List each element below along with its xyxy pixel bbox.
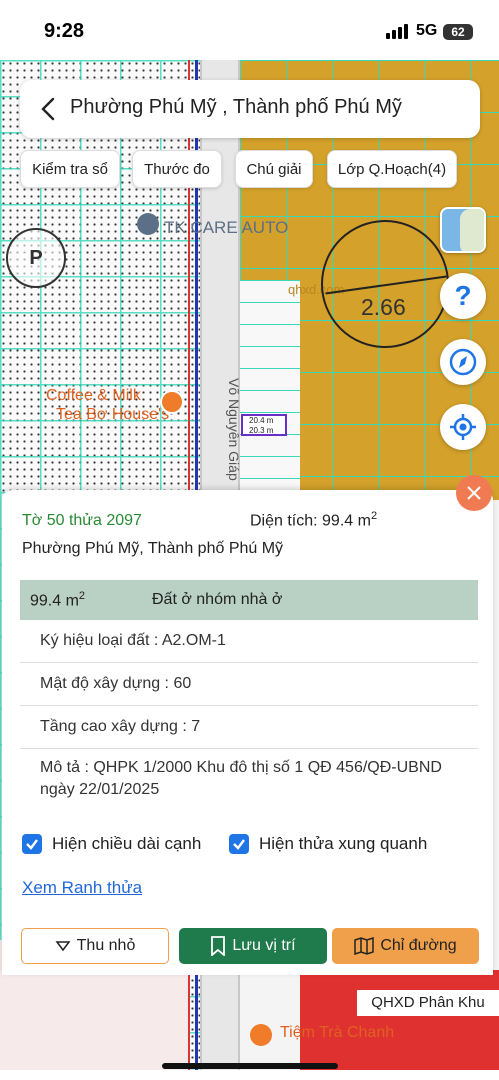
cafe-label-2: Tea Bơ House's	[56, 406, 170, 423]
map-lot-strip	[240, 280, 300, 500]
home-indicator[interactable]	[162, 1063, 338, 1069]
show-neighbors-checkbox[interactable]: Hiện thửa xung quanh	[229, 834, 427, 854]
selected-lot[interactable]: 20.4 m 20.3 m	[241, 414, 287, 436]
close-panel-button[interactable]	[456, 475, 492, 511]
row-land-type: Đất ở nhóm nhà ở	[152, 591, 283, 608]
bookmark-icon	[211, 936, 226, 956]
tea-shop-icon[interactable]	[250, 1024, 272, 1046]
close-icon	[467, 486, 481, 500]
planning-layer-button[interactable]: Lớp Q.Hoạch(4)	[327, 150, 457, 188]
locate-icon	[450, 414, 476, 440]
map-zone-red	[300, 970, 499, 1070]
tea-shop-label: Tiệm Trà Chanh	[280, 1024, 395, 1041]
zone-circle: 2.66	[321, 220, 449, 348]
compass-button[interactable]	[440, 339, 486, 385]
map-icon	[354, 937, 375, 955]
battery-icon: 62	[443, 24, 473, 40]
compass-icon	[449, 348, 477, 376]
edge-label-1: 20.4 m	[249, 416, 274, 425]
app-root: P TK CARE AUTO qhxd.com 2.66 Coffee & Mi…	[0, 0, 499, 1080]
legend-label: Chú giải	[246, 160, 302, 178]
base-map-toggle-button[interactable]	[440, 207, 486, 253]
directions-button[interactable]: Chỉ đường	[332, 928, 479, 964]
row-area-text: 99.4 m	[30, 592, 79, 610]
directions-label: Chỉ đường	[380, 937, 457, 954]
status-bar: 9:28 5G 62	[0, 0, 499, 60]
street-label: Võ Nguyên Giáp	[226, 378, 242, 481]
lot-area-text: Diện tích: 99.4 m	[250, 512, 371, 530]
checkbox-checked-icon	[22, 834, 42, 854]
description-row: Mô tả : QHPK 1/2000 Khu đô thị số 1 QĐ 4…	[40, 759, 442, 798]
measure-label: Thước đo	[144, 160, 210, 178]
checkbox-checked-icon	[229, 834, 249, 854]
lot-number: Tờ 50 thửa 2097	[22, 512, 142, 529]
back-arrow-icon[interactable]	[36, 96, 62, 122]
network-label: 5G	[416, 22, 438, 39]
signal-icon	[386, 24, 408, 39]
lot-ward: Phường Phú Mỹ, Thành phố Phú Mỹ	[22, 540, 284, 557]
planning-layer-label: Lớp Q.Hoạch(4)	[337, 160, 447, 178]
density-row: Mật độ xây dựng : 60	[20, 663, 478, 706]
check-book-label: Kiểm tra sổ	[32, 160, 108, 178]
poi-label: TK CARE AUTO	[164, 218, 289, 237]
lot-info-panel: Tờ 50 thửa 2097 Diện tích: 99.4 m2 Phườn…	[2, 490, 493, 975]
floors-row: Tầng cao xây dựng : 7	[20, 706, 478, 749]
zone-value: 2.66	[361, 294, 406, 320]
zone-layer-label: QHXD Phân Khu	[357, 990, 499, 1016]
save-location-label: Lưu vị trí	[232, 937, 296, 954]
battery-level: 62	[451, 25, 465, 39]
lot-area-unit-sup: 2	[370, 510, 378, 522]
cafe-icon[interactable]	[160, 390, 184, 414]
land-code-row: Ký hiệu loại đất : A2.OM-1	[20, 620, 478, 663]
status-time: 9:28	[44, 20, 85, 42]
my-location-button[interactable]	[440, 404, 486, 450]
view-boundary-link[interactable]: Xem Ranh thửa	[22, 878, 142, 898]
collapse-button[interactable]: Thu nhỏ	[21, 928, 169, 964]
show-neighbors-label: Hiện thửa xung quanh	[259, 834, 428, 853]
row-area: 99.4 m2	[20, 590, 152, 610]
show-edges-label: Hiện chiều dài cạnh	[52, 834, 202, 853]
row-area-sup: 2	[78, 589, 86, 602]
help-button[interactable]: ?	[440, 273, 486, 319]
edge-label-2: 20.3 m	[249, 426, 274, 435]
collapse-label: Thu nhỏ	[76, 937, 136, 954]
poi-marker-icon[interactable]	[137, 213, 159, 235]
lot-area: Diện tích: 99.4 m2	[250, 510, 377, 530]
parking-label: P	[29, 246, 43, 269]
save-location-button[interactable]: Lưu vị trí	[179, 928, 327, 964]
parking-icon[interactable]: P	[6, 228, 66, 288]
cafe-label-1: Coffee & Milk	[46, 387, 141, 404]
location-header: Phường Phú Mỹ , Thành phố Phú Mỹ	[20, 80, 480, 138]
legend-button[interactable]: Chú giải	[235, 150, 313, 188]
land-use-header-row: 99.4 m2 Đất ở nhóm nhà ở	[20, 580, 478, 620]
help-icon: ?	[454, 280, 472, 311]
check-book-button[interactable]: Kiểm tra sổ	[20, 150, 120, 188]
chevron-down-icon	[55, 941, 71, 952]
land-info-table: 99.4 m2 Đất ở nhóm nhà ở Ký hiệu loại đấ…	[20, 580, 478, 809]
measure-button[interactable]: Thước đo	[132, 150, 222, 188]
page-title: Phường Phú Mỹ , Thành phố Phú Mỹ	[70, 96, 402, 118]
show-edges-checkbox[interactable]: Hiện chiều dài cạnh	[22, 834, 201, 854]
